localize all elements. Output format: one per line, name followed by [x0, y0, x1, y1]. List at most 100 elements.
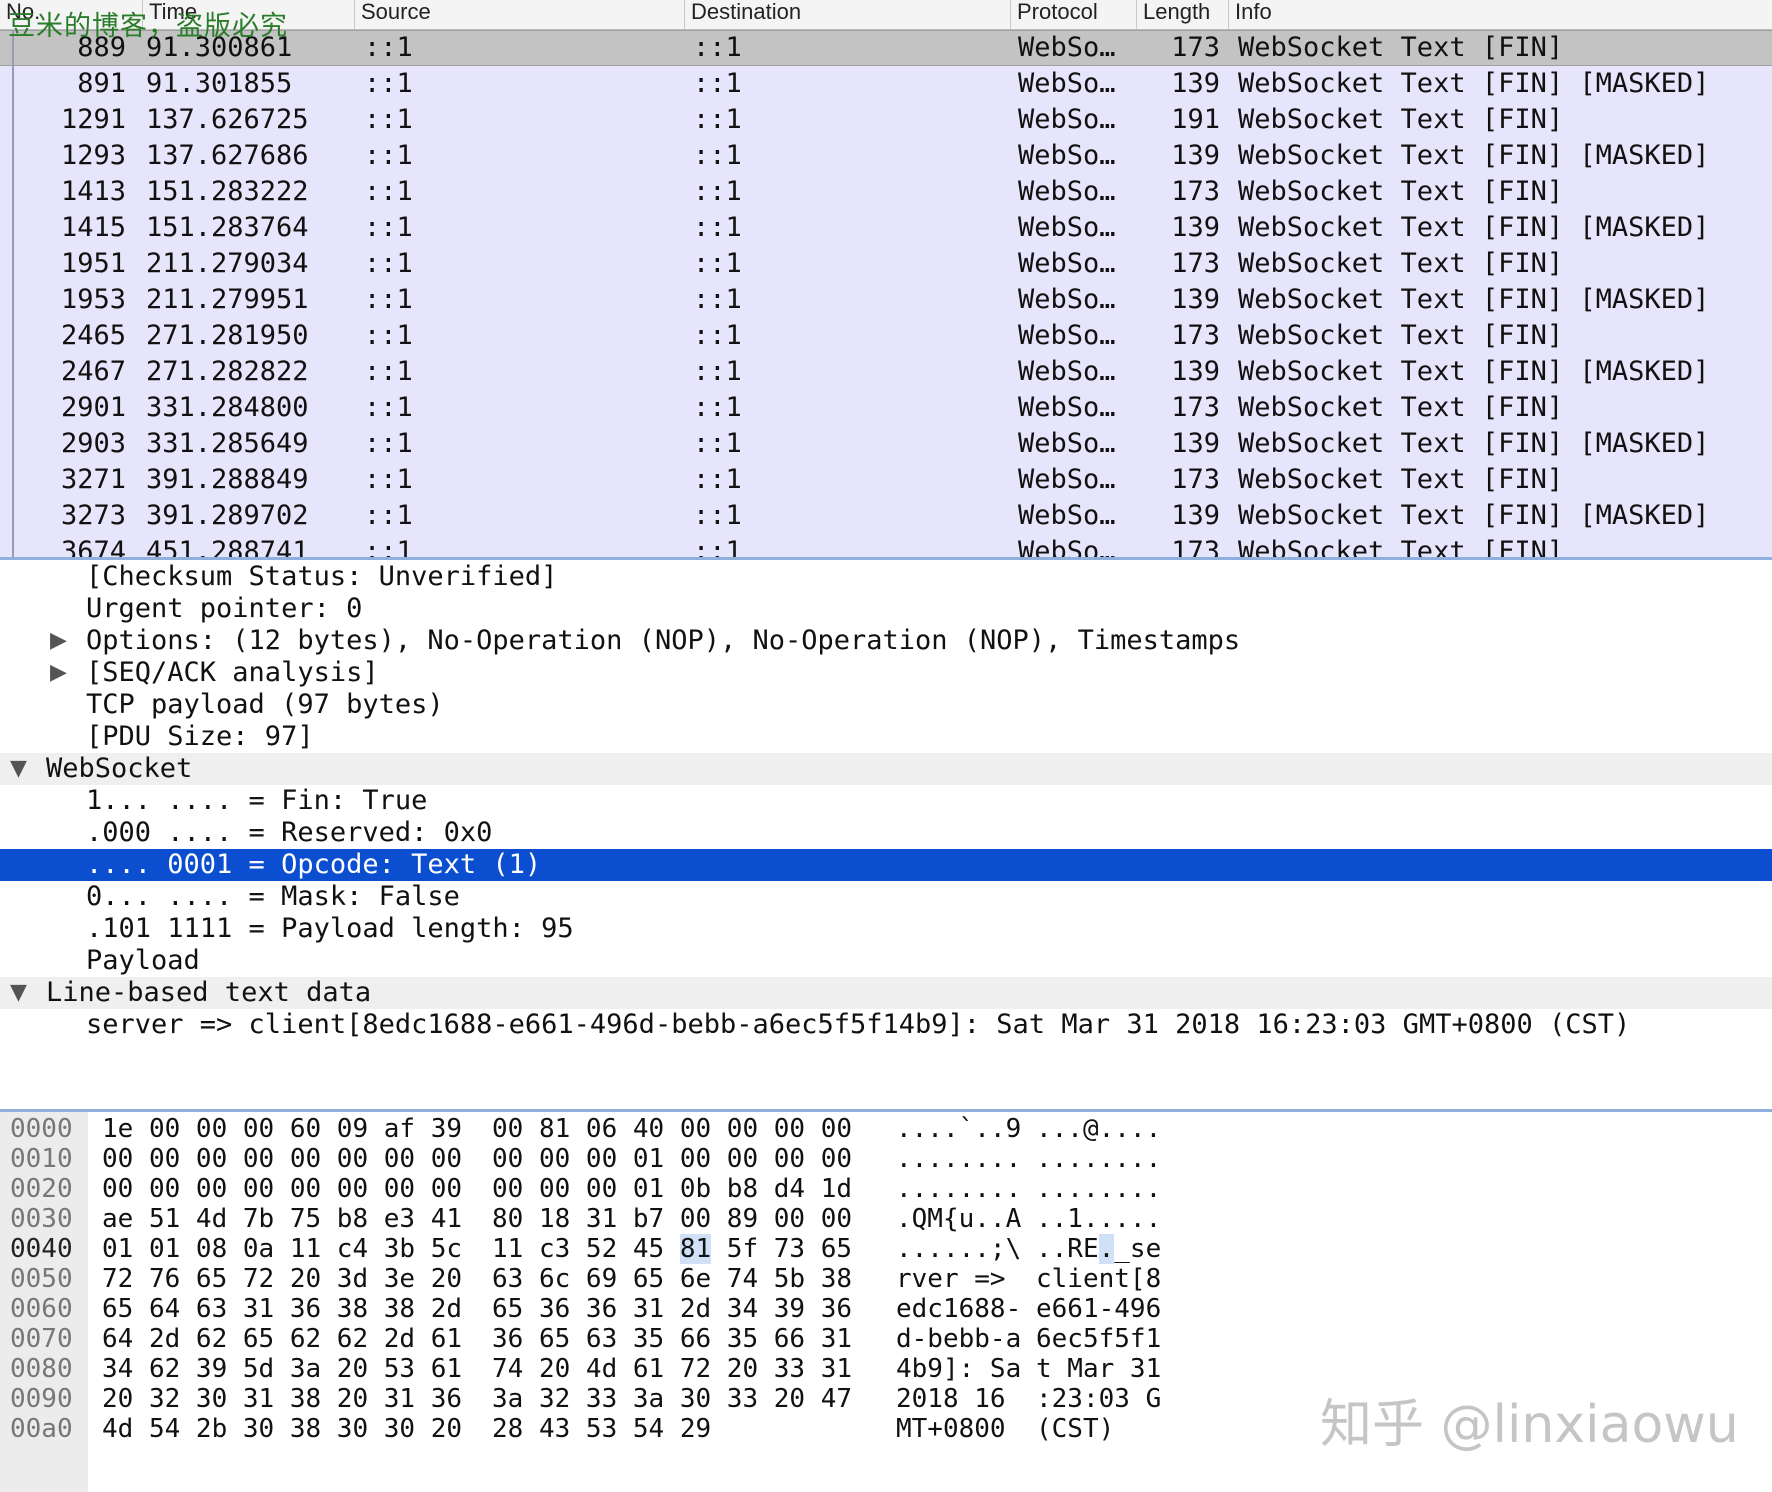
- packet-source: ::1: [364, 498, 413, 534]
- detail-text: TCP payload (97 bytes): [86, 689, 444, 721]
- packet-length: 139: [1130, 66, 1220, 102]
- ascii-left: .QM{u..A: [896, 1204, 1021, 1234]
- packet-row[interactable]: 89191.301855::1::1WebSo…139WebSocket Tex…: [0, 66, 1772, 102]
- hex-bytes-left: 00 00 00 00 00 00 00 00: [102, 1174, 462, 1204]
- packet-row[interactable]: 1953211.279951::1::1WebSo…139WebSocket T…: [0, 282, 1772, 318]
- detail-text: Line-based text data: [46, 977, 371, 1009]
- packet-length: 139: [1130, 210, 1220, 246]
- ascii-right: client[8: [1036, 1264, 1161, 1294]
- hex-bytes-left: 64 2d 62 65 62 62 2d 61: [102, 1324, 462, 1354]
- detail-section[interactable]: ▼WebSocket: [0, 753, 1772, 785]
- hex-row[interactable]: 006065 64 63 31 36 38 38 2d65 36 36 31 2…: [0, 1294, 1772, 1324]
- packet-list[interactable]: No. Time Source Destination Protocol Len…: [0, 0, 1772, 558]
- packet-row[interactable]: 1951211.279034::1::1WebSo…173WebSocket T…: [0, 246, 1772, 282]
- packet-protocol: WebSo…: [1018, 354, 1116, 390]
- hex-row[interactable]: 004001 01 08 0a 11 c4 3b 5c11 c3 52 45 8…: [0, 1234, 1772, 1264]
- packet-source: ::1: [364, 246, 413, 282]
- column-destination[interactable]: Destination: [684, 0, 1010, 29]
- detail-row[interactable]: .... 0001 = Opcode: Text (1): [0, 849, 1772, 881]
- column-source[interactable]: Source: [354, 0, 684, 29]
- packet-source: ::1: [364, 66, 413, 102]
- detail-section[interactable]: ▼ Line-based text data: [0, 977, 1772, 1009]
- packet-row[interactable]: 2467271.282822::1::1WebSo…139WebSocket T…: [0, 354, 1772, 390]
- packet-destination: ::1: [693, 174, 742, 210]
- packet-protocol: WebSo…: [1018, 390, 1116, 426]
- column-info[interactable]: Info: [1228, 0, 1772, 29]
- detail-row[interactable]: [PDU Size: 97]: [0, 721, 1772, 753]
- hex-row[interactable]: 008034 62 39 5d 3a 20 53 6174 20 4d 61 7…: [0, 1354, 1772, 1384]
- packet-row[interactable]: 2903331.285649::1::1WebSo…139WebSocket T…: [0, 426, 1772, 462]
- packet-row[interactable]: 1293137.627686::1::1WebSo…139WebSocket T…: [0, 138, 1772, 174]
- hex-bytes-right: 11 c3 52 45 81 5f 73 65: [492, 1234, 852, 1264]
- packet-protocol: WebSo…: [1018, 426, 1116, 462]
- packet-row[interactable]: 1291137.626725::1::1WebSo…191WebSocket T…: [0, 102, 1772, 138]
- packet-no: 891: [0, 66, 126, 102]
- detail-row[interactable]: [Checksum Status: Unverified]: [0, 561, 1772, 593]
- detail-row[interactable]: .101 1111 = Payload length: 95: [0, 913, 1772, 945]
- packet-info: WebSocket Text [FIN] [MASKED]: [1238, 66, 1709, 102]
- packet-row[interactable]: 1415151.283764::1::1WebSo…139WebSocket T…: [0, 210, 1772, 246]
- packet-row[interactable]: 3273391.289702::1::1WebSo…139WebSocket T…: [0, 498, 1772, 534]
- packet-time: 137.626725: [146, 102, 309, 138]
- detail-row[interactable]: TCP payload (97 bytes): [0, 689, 1772, 721]
- packet-row[interactable]: 1413151.283222::1::1WebSo…173WebSocket T…: [0, 174, 1772, 210]
- packet-row[interactable]: 2901331.284800::1::1WebSo…173WebSocket T…: [0, 390, 1772, 426]
- expand-arrow-icon[interactable]: ▼: [10, 753, 36, 785]
- packet-time: 271.282822: [146, 354, 309, 390]
- packet-row[interactable]: 3674451.288741::1::1WebSo…173WebSocket T…: [0, 534, 1772, 558]
- detail-text: [Checksum Status: Unverified]: [86, 561, 557, 593]
- detail-row[interactable]: 1... .... = Fin: True: [0, 785, 1772, 817]
- packet-no: 1951: [0, 246, 126, 282]
- detail-text: .... 0001 = Opcode: Text (1): [86, 849, 541, 881]
- hex-bytes-left: ae 51 4d 7b 75 b8 e3 41: [102, 1204, 462, 1234]
- detail-row[interactable]: 0... .... = Mask: False: [0, 881, 1772, 913]
- packet-destination: ::1: [693, 246, 742, 282]
- column-protocol[interactable]: Protocol: [1010, 0, 1136, 29]
- packet-destination: ::1: [693, 102, 742, 138]
- detail-row[interactable]: ▶Options: (12 bytes), No-Operation (NOP)…: [0, 625, 1772, 657]
- packet-time: 331.284800: [146, 390, 309, 426]
- packet-info: WebSocket Text [FIN] [MASKED]: [1238, 282, 1709, 318]
- detail-text: 1... .... = Fin: True: [86, 785, 427, 817]
- hex-row[interactable]: 002000 00 00 00 00 00 00 0000 00 00 01 0…: [0, 1174, 1772, 1204]
- detail-row[interactable]: ▶ [SEQ/ACK analysis]: [0, 657, 1772, 689]
- hex-row[interactable]: 005072 76 65 72 20 3d 3e 2063 6c 69 65 6…: [0, 1264, 1772, 1294]
- hex-row[interactable]: 00001e 00 00 00 60 09 af 3900 81 06 40 0…: [0, 1114, 1772, 1144]
- pane-divider[interactable]: [0, 557, 1772, 560]
- detail-row[interactable]: .000 .... = Reserved: 0x0: [0, 817, 1772, 849]
- hex-bytes-left: 20 32 30 31 38 20 31 36: [102, 1384, 462, 1414]
- detail-row[interactable]: Urgent pointer: 0: [0, 593, 1772, 625]
- packet-no: 2465: [0, 318, 126, 354]
- packet-source: ::1: [364, 318, 413, 354]
- packet-destination: ::1: [693, 210, 742, 246]
- packet-length: 173: [1130, 534, 1220, 558]
- watermark-bottom: 知乎 @linxiaowu: [1320, 1382, 1739, 1457]
- hex-row[interactable]: 0030ae 51 4d 7b 75 b8 e3 4180 18 31 b7 0…: [0, 1204, 1772, 1234]
- packet-protocol: WebSo…: [1018, 210, 1116, 246]
- collapse-arrow-icon[interactable]: ▶: [50, 657, 76, 689]
- packet-time: 331.285649: [146, 426, 309, 462]
- detail-text: [SEQ/ACK analysis]: [86, 657, 379, 689]
- detail-row[interactable]: Payload: [0, 945, 1772, 977]
- expand-arrow-icon[interactable]: ▼: [10, 977, 36, 1009]
- hex-bytes-right: 00 00 00 01 00 00 00 00: [492, 1144, 852, 1174]
- watermark-top: 豆米的博客，盗版必究: [8, 4, 288, 43]
- ascii-right: t Mar 31: [1036, 1354, 1161, 1384]
- hex-row[interactable]: 007064 2d 62 65 62 62 2d 6136 65 63 35 6…: [0, 1324, 1772, 1354]
- column-length[interactable]: Length: [1136, 0, 1228, 29]
- packet-row[interactable]: 2465271.281950::1::1WebSo…173WebSocket T…: [0, 318, 1772, 354]
- packet-no: 2903: [0, 426, 126, 462]
- packet-source: ::1: [364, 426, 413, 462]
- hex-bytes-left: 00 00 00 00 00 00 00 00: [102, 1144, 462, 1174]
- detail-row[interactable]: server => client[8edc1688-e661-496d-bebb…: [0, 1009, 1772, 1041]
- collapse-arrow-icon[interactable]: ▶: [50, 625, 76, 657]
- hex-row[interactable]: 001000 00 00 00 00 00 00 0000 00 00 01 0…: [0, 1144, 1772, 1174]
- packet-row[interactable]: 3271391.288849::1::1WebSo…173WebSocket T…: [0, 462, 1772, 498]
- hex-offset: 0090: [10, 1384, 73, 1414]
- packet-destination: ::1: [693, 534, 742, 558]
- packet-source: ::1: [364, 354, 413, 390]
- packet-length: 173: [1130, 390, 1220, 426]
- packet-info: WebSocket Text [FIN]: [1238, 462, 1563, 498]
- packet-no: 2901: [0, 390, 126, 426]
- packet-destination: ::1: [693, 498, 742, 534]
